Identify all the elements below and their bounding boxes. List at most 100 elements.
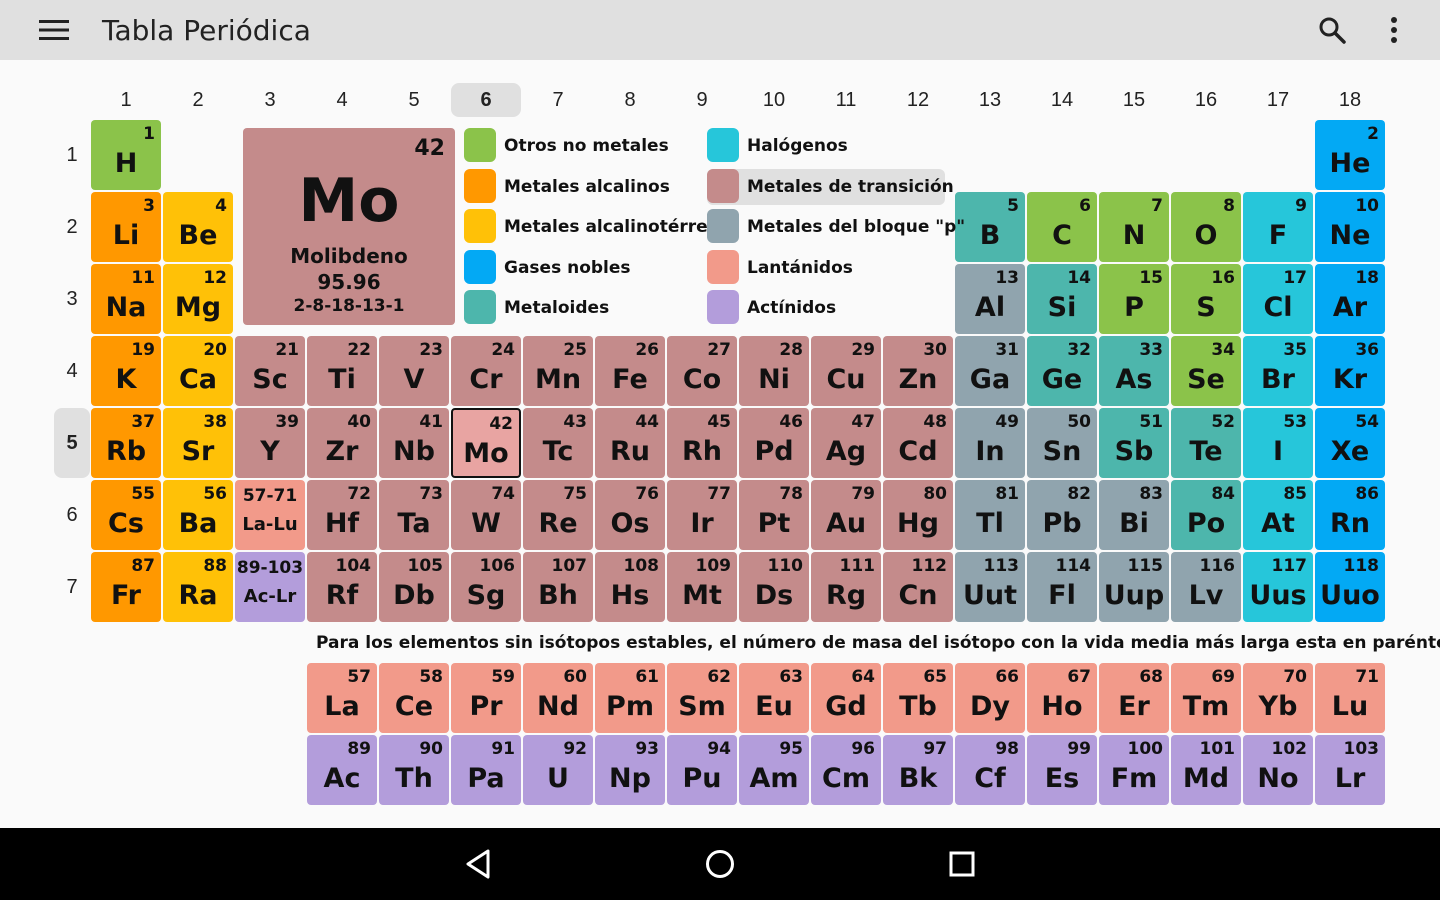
element-cell-w[interactable]: 74 W	[451, 480, 521, 550]
element-cell-ca[interactable]: 20 Ca	[163, 336, 233, 406]
element-cell-u[interactable]: 92 U	[523, 735, 593, 805]
element-cell-er[interactable]: 68 Er	[1099, 663, 1169, 733]
legend-item-nonmetal[interactable]: Otros no metales	[464, 128, 696, 164]
element-cell-na[interactable]: 11 Na	[91, 264, 161, 334]
element-cell-th[interactable]: 90 Th	[379, 735, 449, 805]
hamburger-menu-icon[interactable]	[34, 10, 74, 50]
element-cell-br[interactable]: 35 Br	[1243, 336, 1313, 406]
element-cell-ac[interactable]: 89 Ac	[307, 735, 377, 805]
element-cell-mn[interactable]: 25 Mn	[523, 336, 593, 406]
element-cell-fm[interactable]: 100 Fm	[1099, 735, 1169, 805]
element-cell-f[interactable]: 9F	[1243, 192, 1313, 262]
element-cell-hf[interactable]: 72 Hf	[307, 480, 377, 550]
legend-item-metalloid[interactable]: Metaloides	[464, 290, 696, 326]
element-cell-mt[interactable]: 109 Mt	[667, 552, 737, 622]
element-cell-md[interactable]: 101 Md	[1171, 735, 1241, 805]
element-cell-rh[interactable]: 45 Rh	[667, 408, 737, 478]
period-label-6[interactable]: 6	[54, 480, 90, 550]
legend-item-alkearth[interactable]: Metales alcalinotérreos	[464, 209, 729, 245]
element-cell-ni[interactable]: 28 Ni	[739, 336, 809, 406]
element-cell-k[interactable]: 19 K	[91, 336, 161, 406]
element-cell-hg[interactable]: 80 Hg	[883, 480, 953, 550]
group-label-10[interactable]: 10	[739, 83, 809, 117]
element-cell-no[interactable]: 102 No	[1243, 735, 1313, 805]
group-label-18[interactable]: 18	[1315, 83, 1385, 117]
element-cell-hs[interactable]: 108 Hs	[595, 552, 665, 622]
element-cell-kr[interactable]: 36 Kr	[1315, 336, 1385, 406]
element-cell-cs[interactable]: 55 Cs	[91, 480, 161, 550]
group-label-15[interactable]: 15	[1099, 83, 1169, 117]
element-cell-db[interactable]: 105 Db	[379, 552, 449, 622]
element-cell-ac-lr[interactable]: 89-103 Ac-Lr	[235, 552, 305, 622]
element-cell-ce[interactable]: 58 Ce	[379, 663, 449, 733]
period-label-2[interactable]: 2	[54, 192, 90, 262]
search-icon[interactable]	[1312, 10, 1352, 50]
period-label-1[interactable]: 1	[54, 120, 90, 190]
element-cell-cd[interactable]: 48 Cd	[883, 408, 953, 478]
period-label-4[interactable]: 4	[54, 336, 90, 406]
element-cell-la-lu[interactable]: 57-71 La-Lu	[235, 480, 305, 550]
period-label-7[interactable]: 7	[54, 552, 90, 622]
element-cell-be[interactable]: 4 Be	[163, 192, 233, 262]
group-label-1[interactable]: 1	[91, 83, 161, 117]
group-label-2[interactable]: 2	[163, 83, 233, 117]
element-cell-uut[interactable]: 113 Uut	[955, 552, 1025, 622]
element-cell-fr[interactable]: 87 Fr	[91, 552, 161, 622]
element-cell-cm[interactable]: 96 Cm	[811, 735, 881, 805]
element-cell-zn[interactable]: 30 Zn	[883, 336, 953, 406]
element-cell-cr[interactable]: 24 Cr	[451, 336, 521, 406]
element-cell-la[interactable]: 57 La	[307, 663, 377, 733]
element-cell-cn[interactable]: 112 Cn	[883, 552, 953, 622]
legend-item-transition[interactable]: Metales de transición	[707, 168, 954, 205]
element-cell-np[interactable]: 93 Np	[595, 735, 665, 805]
element-cell-tm[interactable]: 69 Tm	[1171, 663, 1241, 733]
element-cell-co[interactable]: 27 Co	[667, 336, 737, 406]
element-cell-pb[interactable]: 82 Pb	[1027, 480, 1097, 550]
element-cell-mo[interactable]: 42 Mo	[451, 408, 521, 478]
element-cell-sc[interactable]: 21 Sc	[235, 336, 305, 406]
group-label-13[interactable]: 13	[955, 83, 1025, 117]
element-cell-fl[interactable]: 114 Fl	[1027, 552, 1097, 622]
element-cell-uuo[interactable]: 118 Uuo	[1315, 552, 1385, 622]
element-cell-rb[interactable]: 37 Rb	[91, 408, 161, 478]
legend-item-lanth[interactable]: Lantánidos	[707, 249, 945, 286]
element-cell-ti[interactable]: 22 Ti	[307, 336, 377, 406]
element-cell-at[interactable]: 85 At	[1243, 480, 1313, 550]
element-cell-xe[interactable]: 54 Xe	[1315, 408, 1385, 478]
element-cell-te[interactable]: 52 Te	[1171, 408, 1241, 478]
element-cell-sg[interactable]: 106 Sg	[451, 552, 521, 622]
element-cell-si[interactable]: 14 Si	[1027, 264, 1097, 334]
element-cell-se[interactable]: 34 Se	[1171, 336, 1241, 406]
element-cell-cf[interactable]: 98 Cf	[955, 735, 1025, 805]
element-cell-in[interactable]: 49 In	[955, 408, 1025, 478]
element-cell-uus[interactable]: 117 Uus	[1243, 552, 1313, 622]
group-label-12[interactable]: 12	[883, 83, 953, 117]
element-cell-zr[interactable]: 40 Zr	[307, 408, 377, 478]
period-label-3[interactable]: 3	[54, 264, 90, 334]
element-cell-ar[interactable]: 18 Ar	[1315, 264, 1385, 334]
element-cell-pm[interactable]: 61 Pm	[595, 663, 665, 733]
element-cell-pa[interactable]: 91 Pa	[451, 735, 521, 805]
element-cell-ag[interactable]: 47 Ag	[811, 408, 881, 478]
element-cell-re[interactable]: 75 Re	[523, 480, 593, 550]
element-cell-tc[interactable]: 43 Tc	[523, 408, 593, 478]
element-cell-am[interactable]: 95 Am	[739, 735, 809, 805]
element-cell-gd[interactable]: 64 Gd	[811, 663, 881, 733]
group-label-3[interactable]: 3	[235, 83, 305, 117]
element-cell-sn[interactable]: 50 Sn	[1027, 408, 1097, 478]
group-label-11[interactable]: 11	[811, 83, 881, 117]
selected-element-detail[interactable]: 42 Mo Molibdeno 95.96 2-8-18-13-1	[243, 128, 455, 325]
element-cell-i[interactable]: 53 I	[1243, 408, 1313, 478]
element-cell-tb[interactable]: 65 Tb	[883, 663, 953, 733]
group-label-17[interactable]: 17	[1243, 83, 1313, 117]
element-cell-uup[interactable]: 115 Uup	[1099, 552, 1169, 622]
element-cell-s[interactable]: 16 S	[1171, 264, 1241, 334]
legend-item-alkali[interactable]: Metales alcalinos	[464, 168, 696, 205]
home-circle-icon[interactable]	[700, 844, 740, 884]
element-cell-pu[interactable]: 94 Pu	[667, 735, 737, 805]
element-cell-ho[interactable]: 67 Ho	[1027, 663, 1097, 733]
group-label-4[interactable]: 4	[307, 83, 377, 117]
element-cell-os[interactable]: 76 Os	[595, 480, 665, 550]
element-cell-as[interactable]: 33 As	[1099, 336, 1169, 406]
more-vert-icon[interactable]	[1374, 10, 1414, 50]
